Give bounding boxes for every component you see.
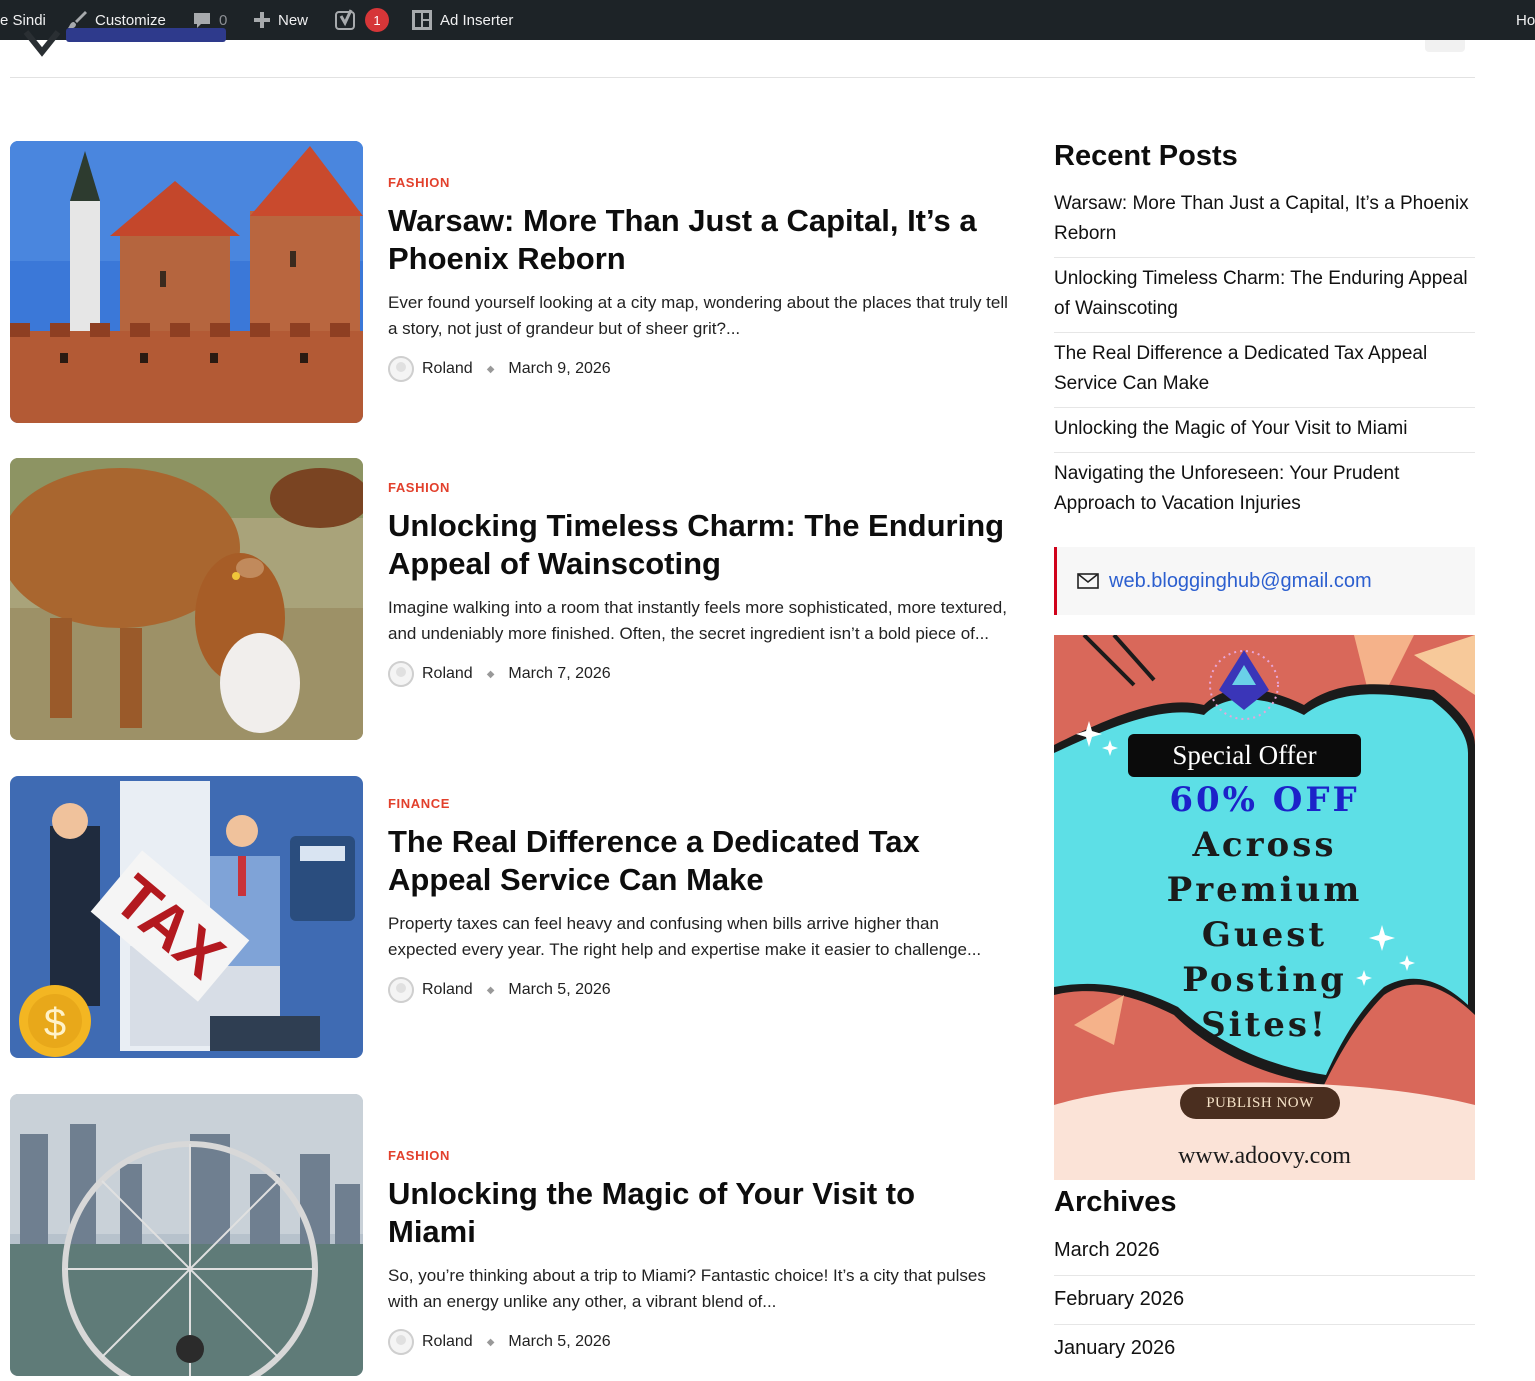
post-thumbnail-cow[interactable] <box>10 458 363 740</box>
post-category[interactable]: FASHION <box>388 480 1008 495</box>
author-avatar[interactable] <box>388 356 414 382</box>
post-thumbnail-tax[interactable]: $ TAX <box>10 776 363 1058</box>
post-meta: Roland ◆ March 9, 2026 <box>388 356 1008 382</box>
plus-icon <box>254 12 270 28</box>
post-author[interactable]: Roland <box>422 665 473 683</box>
post-date[interactable]: March 5, 2026 <box>508 981 610 999</box>
post-category[interactable]: FINANCE <box>388 796 1008 811</box>
recent-post-link[interactable]: Warsaw: More Than Just a Capital, It’s a… <box>1054 183 1475 258</box>
envelope-icon <box>1077 573 1099 589</box>
ad-line: Posting <box>1182 960 1347 1000</box>
archive-link[interactable]: February 2026 <box>1054 1276 1475 1325</box>
post-author[interactable]: Roland <box>422 1333 473 1351</box>
post-category[interactable]: FASHION <box>388 175 1008 190</box>
post-thumbnail-warsaw[interactable] <box>10 141 363 423</box>
admin-seo[interactable]: 1 <box>334 0 389 40</box>
ad-line: Premium <box>1166 870 1363 910</box>
menu-toggle-button[interactable] <box>1425 40 1465 52</box>
post-thumbnail-miami[interactable] <box>10 1094 363 1376</box>
admin-comments-count: 0 <box>219 11 228 29</box>
admin-site-name-label: e Sindi <box>0 11 46 29</box>
archives-list: March 2026 February 2026 January 2026 <box>1054 1227 1475 1373</box>
author-avatar[interactable] <box>388 977 414 1003</box>
post-excerpt: Ever found yourself looking at a city ma… <box>388 293 1008 338</box>
separator-dot-icon: ◆ <box>486 984 495 996</box>
separator-dot-icon: ◆ <box>486 363 495 375</box>
admin-howdy-label: Ho <box>1516 11 1535 29</box>
admin-ad-inserter-label: Ad Inserter <box>440 11 514 29</box>
ad-publish-button[interactable]: PUBLISH NOW <box>1180 1087 1340 1119</box>
ad-url: www.adoovy.com <box>1178 1143 1351 1169</box>
ad-offer-label: Special Offer <box>1128 734 1361 777</box>
post-title[interactable]: Warsaw: More Than Just a Capital, It’s a… <box>388 202 1008 278</box>
advertisement-banner[interactable]: Special Offer 60% OFF Across Premium Gue… <box>1054 635 1475 1180</box>
post-body: FASHION Unlocking the Magic of Your Visi… <box>388 1148 1008 1355</box>
contact-email-link[interactable]: web.blogginghub@gmail.com <box>1109 570 1372 593</box>
admin-new[interactable]: New <box>253 0 308 40</box>
post-excerpt: So, you’re thinking about a trip to Miam… <box>388 1266 986 1311</box>
header-divider <box>10 77 1475 78</box>
recent-post-link[interactable]: Unlocking Timeless Charm: The Enduring A… <box>1054 258 1475 333</box>
separator-dot-icon: ◆ <box>486 668 495 680</box>
post-body: FASHION Unlocking Timeless Charm: The En… <box>388 480 1008 687</box>
separator-dot-icon: ◆ <box>486 1336 495 1348</box>
archive-link[interactable]: March 2026 <box>1054 1227 1475 1276</box>
post-excerpt: Property taxes can feel heavy and confus… <box>388 914 982 959</box>
post-title[interactable]: The Real Difference a Dedicated Tax Appe… <box>388 823 1008 899</box>
admin-howdy[interactable]: Ho <box>1516 0 1535 40</box>
post-category[interactable]: FASHION <box>388 1148 1008 1163</box>
admin-new-label: New <box>278 11 309 29</box>
sidebar: Recent Posts Warsaw: More Than Just a Ca… <box>1054 140 1475 1373</box>
comment-icon <box>194 13 210 28</box>
ad-inserter-icon <box>412 10 432 30</box>
post-date[interactable]: March 7, 2026 <box>508 665 610 683</box>
post-card: FASHION Warsaw: More Than Just a Capital… <box>10 141 1010 423</box>
contact-email-box: web.blogginghub@gmail.com <box>1054 547 1475 615</box>
post-date[interactable]: March 5, 2026 <box>508 1333 610 1351</box>
admin-customize-label: Customize <box>95 11 166 29</box>
post-excerpt: Imagine walking into a room that instant… <box>388 598 1007 643</box>
svg-text:$: $ <box>44 1001 66 1045</box>
ad-discount: 60% OFF <box>1169 780 1360 820</box>
author-avatar[interactable] <box>388 1329 414 1355</box>
ad-line: Sites! <box>1201 1005 1328 1045</box>
archive-link[interactable]: January 2026 <box>1054 1325 1475 1373</box>
post-title[interactable]: Unlocking Timeless Charm: The Enduring A… <box>388 507 1008 583</box>
post-card: FASHION Unlocking the Magic of Your Visi… <box>10 1094 1010 1376</box>
admin-ad-inserter[interactable]: Ad Inserter <box>411 0 513 40</box>
post-card: FASHION Unlocking Timeless Charm: The En… <box>10 458 1010 740</box>
post-body: FASHION Warsaw: More Than Just a Capital… <box>388 175 1008 382</box>
yoast-icon <box>335 9 355 30</box>
post-author[interactable]: Roland <box>422 360 473 378</box>
recent-posts-title: Recent Posts <box>1054 140 1238 172</box>
post-body: FINANCE The Real Difference a Dedicated … <box>388 796 1008 1003</box>
post-meta: Roland ◆ March 5, 2026 <box>388 1329 1008 1355</box>
author-avatar[interactable] <box>388 661 414 687</box>
post-meta: Roland ◆ March 5, 2026 <box>388 977 1008 1003</box>
post-author[interactable]: Roland <box>422 981 473 999</box>
post-card: $ TAX FINANCE The Real Difference a Dedi… <box>10 776 1010 1058</box>
recent-post-link[interactable]: Unlocking the Magic of Your Visit to Mia… <box>1054 408 1475 453</box>
post-title[interactable]: Unlocking the Magic of Your Visit to Mia… <box>388 1175 1008 1251</box>
admin-notification-badge: 1 <box>365 8 389 32</box>
recent-posts-list: Warsaw: More Than Just a Capital, It’s a… <box>1054 183 1475 527</box>
post-date[interactable]: March 9, 2026 <box>508 360 610 378</box>
site-logo[interactable] <box>22 28 232 58</box>
ad-line: Guest <box>1201 915 1328 955</box>
ad-line: Across <box>1192 825 1337 865</box>
post-meta: Roland ◆ March 7, 2026 <box>388 661 1008 687</box>
archives-title: Archives <box>1054 1186 1177 1218</box>
recent-post-link[interactable]: The Real Difference a Dedicated Tax Appe… <box>1054 333 1475 408</box>
recent-post-link[interactable]: Navigating the Unforeseen: Your Prudent … <box>1054 453 1475 527</box>
